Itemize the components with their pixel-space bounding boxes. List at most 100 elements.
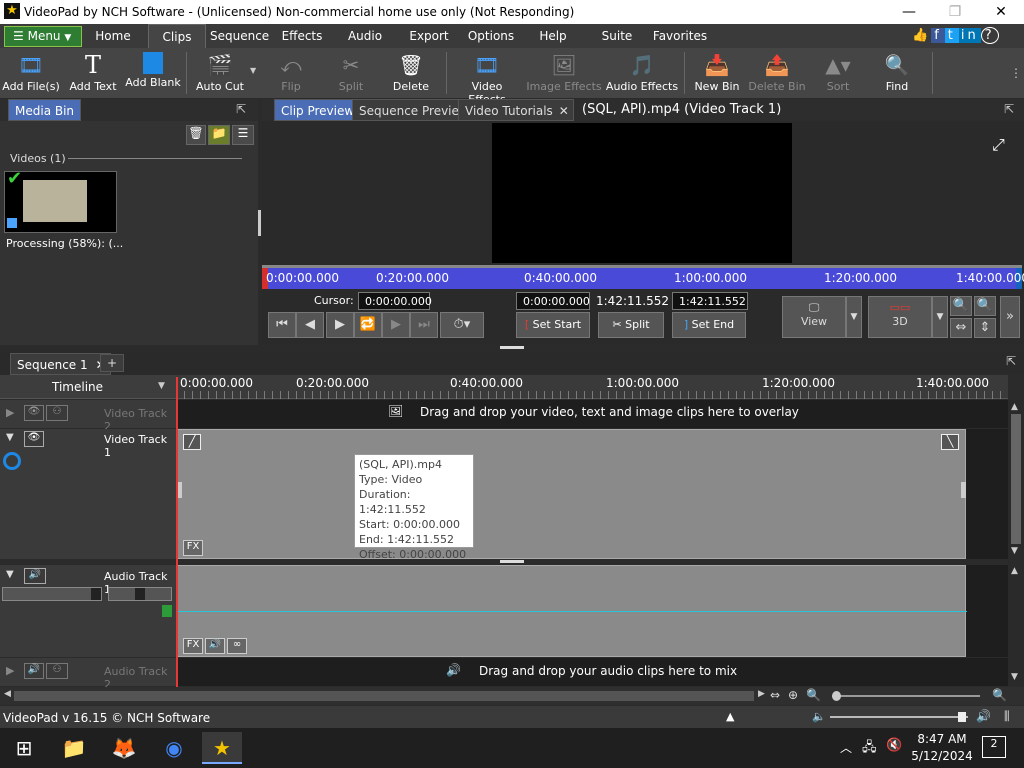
expand-track-icon[interactable]: ▶ [6, 664, 14, 677]
collapse-track-icon[interactable]: ▼ [6, 569, 14, 580]
tab-export[interactable]: Export [404, 24, 454, 48]
bin-delete-icon[interactable]: 🗑 [186, 125, 206, 145]
scroll-right-icon[interactable]: ▶ [758, 689, 765, 699]
show-hidden-icons[interactable]: ︿ [840, 739, 852, 756]
loop-button[interactable]: 🔁 [354, 312, 382, 338]
tab-effects[interactable]: Effects [276, 24, 328, 48]
video-track-2-lane[interactable]: 🖼 Drag and drop your video, text and ima… [176, 400, 1008, 428]
step-back-button[interactable]: ◀ [296, 312, 324, 338]
group-icon[interactable]: ⚇ [46, 405, 68, 421]
group-icon[interactable]: ⚇ [46, 663, 68, 679]
scroll-down-icon[interactable]: ▼ [1011, 546, 1018, 556]
clip-right-handle[interactable] [961, 482, 966, 498]
scroll-up-icon[interactable]: ▲ [1011, 566, 1018, 576]
auto-cut-button[interactable]: 🎬 Auto Cut [192, 48, 248, 98]
network-icon[interactable]: 🖧 [862, 738, 877, 760]
3d-button[interactable]: ▭▭ 3D [868, 296, 932, 338]
fit-timeline-icon[interactable]: ⇔ [770, 688, 780, 702]
split-button-toolbar[interactable]: ✂ Split [324, 48, 378, 98]
master-volume-slider[interactable] [830, 716, 968, 718]
track-splitter[interactable] [500, 560, 524, 563]
timeline-ruler[interactable]: 0:00:00.000 0:20:00.000 0:40:00.000 1:00… [176, 375, 1008, 399]
folder-add-icon[interactable]: 📁 [208, 125, 230, 145]
collapse-track-icon[interactable]: ▼ [6, 432, 14, 443]
fit-height-icon[interactable]: ⇕ [974, 318, 996, 338]
tab-help[interactable]: Help [530, 24, 576, 48]
maximize-button[interactable]: ❐ [932, 0, 978, 24]
vertical-scrollbar[interactable]: ▲ ▼ ▲ ▼ [1008, 400, 1024, 686]
zoom-slider[interactable] [832, 695, 980, 697]
close-tab-icon[interactable]: ✕ [559, 100, 569, 122]
add-blank-button[interactable]: Add Blank [124, 48, 182, 98]
panel-splitter[interactable] [258, 210, 261, 236]
fit-width-icon[interactable]: ⇔ [950, 318, 972, 338]
videopad-taskbar-icon[interactable]: ★ [202, 732, 242, 764]
audio-fx-button[interactable]: FX [183, 638, 203, 654]
firefox-icon[interactable]: 🦊 [104, 732, 144, 764]
facebook-icon[interactable]: f [931, 28, 945, 43]
speaker-muted-icon[interactable]: 🔇 [886, 738, 902, 753]
tab-home[interactable]: Home [86, 24, 140, 48]
add-files-button[interactable]: 🎞 Add File(s) [2, 48, 60, 98]
delete-bin-button[interactable]: 📤 Delete Bin [748, 48, 806, 98]
zoom-in-icon[interactable]: 🔍 [974, 296, 996, 316]
pan-slider-thumb[interactable] [135, 588, 145, 600]
cursor-time-field[interactable]: 0:00:00.000 [358, 292, 432, 310]
eye-icon[interactable]: 👁 [24, 431, 44, 447]
speaker-icon[interactable]: 🔊 [205, 638, 225, 654]
tab-suite[interactable]: Suite [596, 24, 638, 48]
3d-dropdown-icon[interactable]: ▼ [932, 296, 948, 338]
tab-options[interactable]: Options [464, 24, 518, 48]
add-sequence-button[interactable]: + [100, 354, 124, 372]
volume-low-icon[interactable]: 🔈 [812, 710, 826, 723]
help-icon[interactable]: ? [980, 27, 999, 44]
auto-cut-dropdown-icon[interactable]: ▼ [250, 66, 256, 75]
audio-effects-button[interactable]: 🎵 Audio Effects [604, 48, 680, 98]
expand-track-icon[interactable]: ▶ [6, 406, 14, 419]
file-explorer-icon[interactable]: 📁 [54, 732, 94, 764]
timeline-selector[interactable]: Timeline ▼ [0, 375, 176, 399]
minimize-button[interactable]: — [886, 0, 932, 24]
zoom-out-icon[interactable]: 🔍 [806, 688, 821, 702]
video-effects-button[interactable]: 🎞Video Effects [452, 48, 522, 106]
like-icon[interactable]: 👍 [912, 28, 931, 43]
close-button[interactable]: ✕ [978, 0, 1024, 24]
set-start-button[interactable]: [ Set Start [516, 312, 590, 338]
undock-icon[interactable]: ⇱ [1006, 354, 1016, 368]
toolbar-overflow-icon[interactable]: ⋮ [1010, 66, 1022, 80]
expand-panel-icon[interactable]: ▲ [726, 710, 734, 723]
eye-icon[interactable]: 👁 [24, 405, 44, 421]
new-bin-button[interactable]: 📥 New Bin [690, 48, 744, 98]
preview-ruler[interactable]: 0:00:00.000 0:20:00.000 0:40:00.000 1:00… [262, 265, 1024, 289]
chrome-icon[interactable]: ◉ [154, 732, 194, 764]
clock-time[interactable]: 8:47 AM [912, 732, 972, 746]
go-to-end-button[interactable]: ⏭ [410, 312, 438, 338]
view-dropdown-icon[interactable]: ▼ [846, 296, 862, 338]
fullscreen-icon[interactable]: ⤢ [992, 135, 1005, 155]
twitter-icon[interactable]: t [944, 28, 959, 43]
flip-button[interactable]: ⤺ Flip [262, 48, 320, 98]
undock-icon[interactable]: ⇱ [236, 102, 246, 116]
video-clip[interactable]: ╱ ╲ FX [176, 429, 966, 559]
delete-button[interactable]: 🗑 Delete [384, 48, 438, 98]
go-to-start-button[interactable]: ⏮ [268, 312, 296, 338]
zoom-slider-thumb[interactable] [832, 691, 841, 701]
list-view-icon[interactable]: ☰ [232, 125, 254, 145]
scroll-down-icon[interactable]: ▼ [1011, 672, 1018, 682]
link-icon[interactable]: ∞ [227, 638, 247, 654]
tab-sequence[interactable]: Sequence [210, 24, 269, 48]
audio-track-1-lane[interactable]: FX 🔊 ∞ [176, 565, 1008, 657]
scroll-up-icon[interactable]: ▲ [1011, 402, 1018, 412]
video-track-1-lane[interactable]: ╱ ╲ FX [176, 429, 1008, 559]
image-effects-button[interactable]: 🖼 Image Effects [526, 48, 602, 98]
find-button[interactable]: 🔍 Find [872, 48, 922, 98]
volume-slider[interactable] [2, 587, 102, 601]
view-button[interactable]: 🖵 View [782, 296, 846, 338]
menu-button[interactable]: ☰ Menu ▼ [4, 26, 82, 47]
scroll-thumb[interactable] [1011, 414, 1021, 544]
add-text-button[interactable]: T Add Text [64, 48, 122, 98]
expand-controls-icon[interactable]: » [1000, 296, 1020, 338]
pan-slider[interactable] [108, 587, 172, 601]
fade-out-icon[interactable]: ╲ [941, 434, 959, 450]
speaker-icon[interactable]: 🔊 [24, 568, 46, 584]
